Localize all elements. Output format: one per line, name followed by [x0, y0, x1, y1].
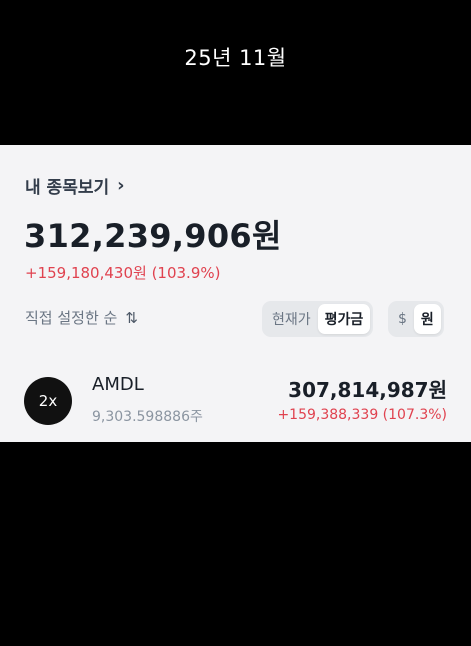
my-stocks-label: 내 종목보기 [25, 178, 110, 198]
sort-button[interactable]: 직접 설정한 순 ⇅ [25, 307, 138, 328]
chevron-right-icon: › [117, 175, 125, 196]
my-stocks-link[interactable]: 내 종목보기 › [25, 173, 125, 198]
holding-row[interactable]: 2x AMDL 9,303.598886주 307,814,987원 +159,… [24, 370, 449, 426]
sort-label: 직접 설정한 순 [25, 309, 118, 327]
leverage-badge: 2x [24, 377, 72, 425]
current-price-option[interactable]: 현재가 [265, 304, 318, 334]
sort-arrows-icon: ⇅ [125, 308, 138, 327]
krw-option[interactable]: 원 [413, 304, 441, 334]
holding-value: 307,814,987원 [288, 378, 447, 402]
ticker: AMDL [92, 374, 144, 395]
currency-toggle: $ 원 [388, 301, 444, 337]
total-gain: +159,180,430원 (103.9%) [25, 264, 221, 282]
share-count: 9,303.598886주 [92, 409, 203, 425]
holding-gain: +159,388,339 (107.3%) [277, 407, 447, 423]
price-toggle: 현재가 평가금 [262, 301, 374, 337]
month-caption: 25년 11월 [184, 46, 287, 70]
holdings-card: 내 종목보기 › 312,239,906원 +159,180,430원 (103… [0, 145, 471, 442]
valuation-option[interactable]: 평가금 [317, 304, 371, 334]
total-value: 312,239,906원 [24, 217, 282, 255]
usd-option[interactable]: $ [391, 306, 414, 332]
